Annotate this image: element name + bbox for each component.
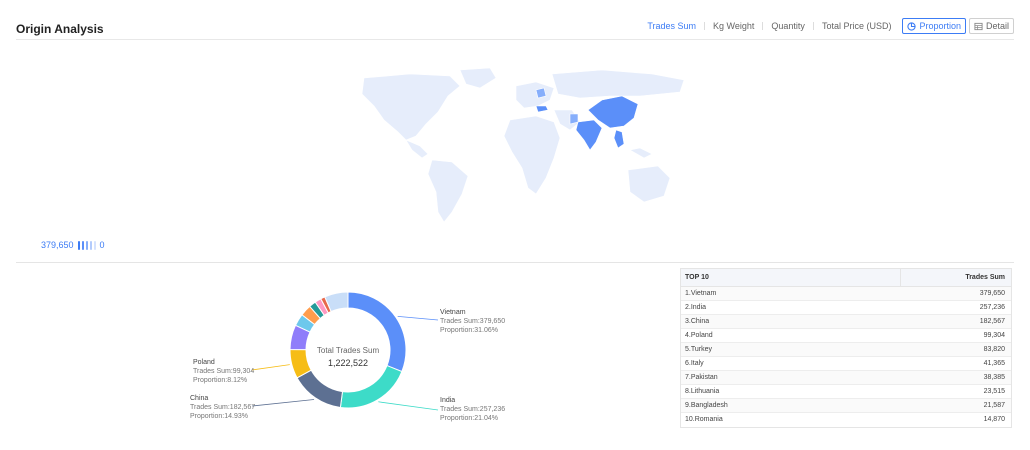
- pie-chart-icon: [907, 21, 917, 31]
- leader-line-vietnam: [397, 315, 439, 321]
- leader-line-china: [251, 399, 315, 407]
- row-country: 5.Turkey: [685, 346, 712, 353]
- map-region-pakistan: [569, 113, 579, 125]
- header-trades-sum[interactable]: Trades Sum: [901, 269, 1011, 286]
- row-country: 9.Bangladesh: [685, 402, 728, 409]
- header-rank[interactable]: TOP 10: [681, 269, 901, 286]
- row-value: 23,515: [983, 388, 1005, 395]
- map-region-vietnam: [613, 129, 625, 149]
- top10-table: TOP 10 Trades Sum 1.Vietnam 379,650 2.Ind…: [680, 268, 1012, 428]
- page-title: Origin Analysis: [16, 22, 104, 36]
- tab-quantity[interactable]: Quantity: [763, 19, 813, 33]
- row-country: 6.Italy: [685, 360, 704, 367]
- row-country: 10.Romania: [685, 416, 723, 423]
- callout-poland: Poland Trades Sum:99,304 Proportion:8.12…: [193, 358, 254, 385]
- metric-tabs: Trades Sum Kg Weight Quantity Total Pric…: [639, 18, 1014, 34]
- detail-button[interactable]: Detail: [968, 18, 1014, 34]
- callout-name: India: [440, 397, 456, 404]
- row-value: 182,567: [979, 318, 1005, 325]
- legend-step: [93, 240, 96, 250]
- row-value: 99,304: [983, 332, 1005, 339]
- table-row[interactable]: 8.Lithuania 23,515: [681, 385, 1011, 399]
- map-region-central-america: [405, 139, 429, 159]
- table-row[interactable]: 2.India 257,236: [681, 301, 1011, 315]
- leader-line-poland: [251, 364, 290, 371]
- callout-india: India Trades Sum:257,236 Proportion:21.0…: [440, 396, 505, 423]
- legend-step: [81, 240, 84, 250]
- leader-line-india: [378, 401, 439, 411]
- callout-sum: Trades Sum:182,567: [190, 404, 256, 411]
- donut-slice-india[interactable]: [339, 364, 403, 409]
- callout-name: Poland: [193, 359, 215, 366]
- table-header: TOP 10 Trades Sum: [681, 269, 1011, 287]
- row-country: 8.Lithuania: [685, 388, 720, 395]
- legend-gradient: [77, 240, 96, 250]
- map-region-south-america: [427, 159, 469, 223]
- donut-slice-china[interactable]: [296, 369, 344, 409]
- map-region-europe: [515, 81, 555, 109]
- callout-name: China: [190, 395, 209, 402]
- table-row[interactable]: 5.Turkey 83,820: [681, 343, 1011, 357]
- world-map[interactable]: [340, 66, 700, 226]
- callout-china: China Trades Sum:182,567 Proportion:14.9…: [190, 394, 255, 421]
- row-country: 2.India: [685, 304, 707, 311]
- table-row[interactable]: 4.Poland 99,304: [681, 329, 1011, 343]
- tab-trades-sum[interactable]: Trades Sum: [639, 19, 704, 33]
- map-region-turkey: [535, 105, 549, 113]
- row-value: 38,385: [983, 374, 1005, 381]
- row-value: 379,650: [979, 290, 1005, 297]
- map-region-southeast-asia: [629, 147, 653, 159]
- donut-chart: Total Trades Sum 1,222,522 Vietnam Trade…: [160, 278, 520, 438]
- map-legend: 379,650 0: [41, 240, 105, 250]
- callout-proportion: Proportion:8.12%: [193, 377, 248, 384]
- map-region-australia: [627, 165, 671, 203]
- row-country: 4.Poland: [685, 332, 713, 339]
- map-region-north-asia: [551, 69, 685, 99]
- legend-max-label: 379,650: [41, 240, 74, 250]
- row-country: 7.Pakistan: [685, 374, 718, 381]
- proportion-label: Proportion: [919, 21, 961, 31]
- callout-sum: Trades Sum:379,650: [440, 318, 506, 325]
- detail-label: Detail: [985, 21, 1009, 31]
- tab-total-price[interactable]: Total Price (USD): [814, 19, 900, 33]
- callout-proportion: Proportion:21.04%: [440, 415, 498, 422]
- donut-center-title: Total Trades Sum: [316, 346, 380, 355]
- map-region-eastern-europe: [535, 87, 547, 99]
- map-region-north-america: [361, 73, 461, 141]
- callout-proportion: Proportion:14.93%: [190, 413, 248, 420]
- row-country: 3.China: [685, 318, 710, 325]
- callout-vietnam: Vietnam Trades Sum:379,650 Proportion:31…: [440, 308, 505, 335]
- row-value: 14,870: [983, 416, 1005, 423]
- proportion-button[interactable]: Proportion: [902, 18, 966, 34]
- table-row[interactable]: 3.China 182,567: [681, 315, 1011, 329]
- table-row[interactable]: 6.Italy 41,365: [681, 357, 1011, 371]
- callout-name: Vietnam: [440, 309, 466, 316]
- map-region-africa: [503, 115, 561, 195]
- row-value: 257,236: [979, 304, 1005, 311]
- table-row[interactable]: 10.Romania 14,870: [681, 413, 1011, 427]
- map-region-greenland: [459, 67, 497, 89]
- row-value: 21,587: [983, 402, 1005, 409]
- row-value: 83,820: [983, 346, 1005, 353]
- callout-proportion: Proportion:31.06%: [440, 327, 498, 334]
- callout-sum: Trades Sum:257,236: [440, 406, 506, 413]
- table-row[interactable]: 7.Pakistan 38,385: [681, 371, 1011, 385]
- tab-kg-weight[interactable]: Kg Weight: [705, 19, 762, 33]
- section-divider: [16, 262, 1014, 263]
- legend-step: [85, 240, 88, 250]
- header: Origin Analysis Trades Sum Kg Weight Qua…: [16, 0, 1014, 40]
- legend-step: [77, 240, 80, 250]
- row-value: 41,365: [983, 360, 1005, 367]
- table-icon: [974, 22, 983, 30]
- callout-sum: Trades Sum:99,304: [193, 368, 255, 375]
- table-row[interactable]: 9.Bangladesh 21,587: [681, 399, 1011, 413]
- legend-step: [89, 240, 92, 250]
- map-region-india: [575, 119, 603, 151]
- row-country: 1.Vietnam: [685, 290, 717, 297]
- legend-min-label: 0: [99, 240, 105, 250]
- table-row[interactable]: 1.Vietnam 379,650: [681, 287, 1011, 301]
- donut-center-value: 1,222,522: [327, 358, 369, 368]
